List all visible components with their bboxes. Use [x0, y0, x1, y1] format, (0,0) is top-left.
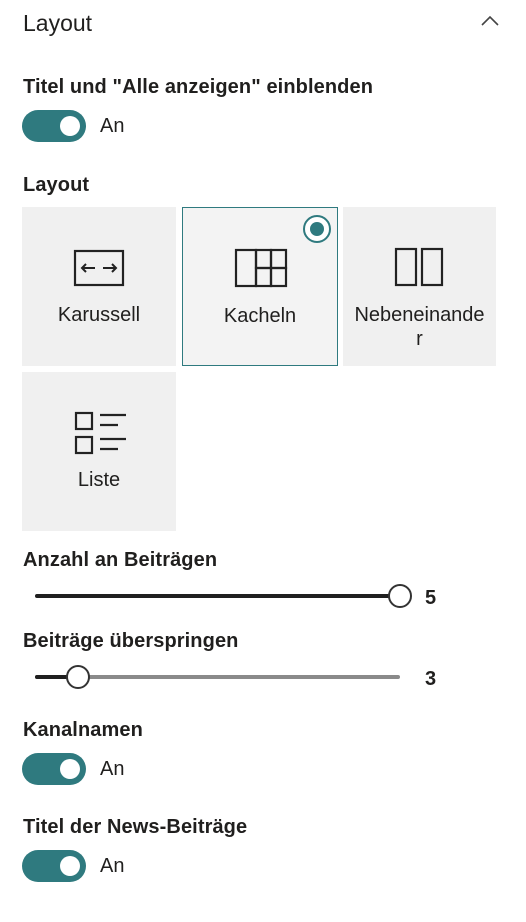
- post-count-value: 5: [425, 587, 437, 609]
- show-title-toggle[interactable]: [22, 110, 86, 142]
- skip-posts-label: Beiträge überspringen: [23, 630, 239, 652]
- layout-option-carousel[interactable]: Karussell: [22, 207, 176, 366]
- post-count-label: Anzahl an Beiträgen: [23, 549, 218, 571]
- selected-radio: [303, 215, 331, 243]
- show-title-state: An: [100, 115, 125, 137]
- layout-label: Layout: [23, 174, 90, 196]
- toggle-knob: [60, 759, 80, 779]
- toggle-knob: [60, 116, 80, 136]
- layout-option-label: Liste: [77, 469, 121, 491]
- layout-option-side-by-side[interactable]: Nebeneinande r: [343, 207, 496, 366]
- section-title: Layout: [23, 10, 93, 36]
- carousel-icon: [73, 249, 125, 292]
- side-by-side-icon: [394, 247, 446, 292]
- channel-names-state: An: [100, 758, 125, 780]
- post-count-slider-thumb[interactable]: [388, 584, 412, 608]
- news-titles-state: An: [100, 855, 125, 877]
- layout-option-label: Kacheln: [223, 305, 297, 327]
- news-titles-toggle[interactable]: [22, 850, 86, 882]
- news-titles-label: Titel der News-Beiträge: [23, 816, 248, 838]
- radio-dot: [310, 222, 324, 236]
- show-title-label: Titel und "Alle anzeigen" einblenden: [23, 76, 374, 98]
- layout-option-label: Karussell: [57, 304, 141, 326]
- skip-posts-value: 3: [425, 668, 437, 690]
- post-count-slider-track[interactable]: [35, 594, 400, 598]
- chevron-up-icon[interactable]: [478, 12, 502, 30]
- tiles-icon: [234, 248, 288, 293]
- layout-option-label-line2: r: [416, 328, 423, 350]
- toggle-knob: [60, 856, 80, 876]
- layout-option-label-line1: Nebeneinande: [354, 304, 485, 326]
- channel-names-label: Kanalnamen: [23, 719, 143, 741]
- layout-option-tiles[interactable]: Kacheln: [182, 207, 338, 366]
- skip-posts-slider-thumb[interactable]: [66, 665, 90, 689]
- layout-option-list[interactable]: Liste: [22, 372, 176, 531]
- list-icon: [73, 410, 129, 461]
- channel-names-toggle[interactable]: [22, 753, 86, 785]
